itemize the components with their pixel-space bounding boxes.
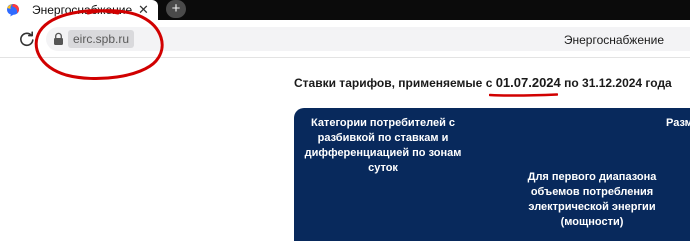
url-text[interactable]: eirc.spb.ru <box>68 30 135 48</box>
plus-icon: + <box>171 0 181 17</box>
tariff-heading: Ставки тарифов, применяемые с 01.07.2024… <box>294 75 672 90</box>
heading-middle: по <box>560 76 583 90</box>
heading-date-end: 31.12.2024 <box>582 76 643 90</box>
new-tab-button[interactable]: + <box>166 0 186 18</box>
address-bar[interactable]: eirc.spb.ru Энергоснабжение <box>46 27 690 51</box>
address-page-title: Энергоснабжение <box>563 33 664 47</box>
annotation-underline <box>489 93 558 97</box>
yandex-messenger-icon <box>7 4 19 17</box>
browser-toolbar: eirc.spb.ru Энергоснабжение <box>0 20 690 58</box>
heading-suffix: года <box>642 76 672 90</box>
browser-tab[interactable]: Энергоснабжение ✕ <box>0 0 158 20</box>
column-header-size: Разм <box>666 117 690 129</box>
subheader-first-range: Для первого диапазона объемов потреблени… <box>527 171 657 228</box>
reload-icon[interactable] <box>18 30 36 48</box>
lock-icon[interactable] <box>53 32 64 46</box>
tariff-table-header: Категории потребителей с разбивкой по ст… <box>294 108 690 241</box>
heading-date-start: 01.07.2024 <box>495 75 561 90</box>
column-header-categories: Категории потребителей с разбивкой по ст… <box>304 117 462 174</box>
tab-title: Энергоснабжение <box>32 3 133 17</box>
close-icon[interactable]: ✕ <box>138 2 149 18</box>
heading-prefix: Ставки тарифов, применяемые с <box>294 76 496 90</box>
tab-strip: Энергоснабжение ✕ + <box>0 0 690 20</box>
